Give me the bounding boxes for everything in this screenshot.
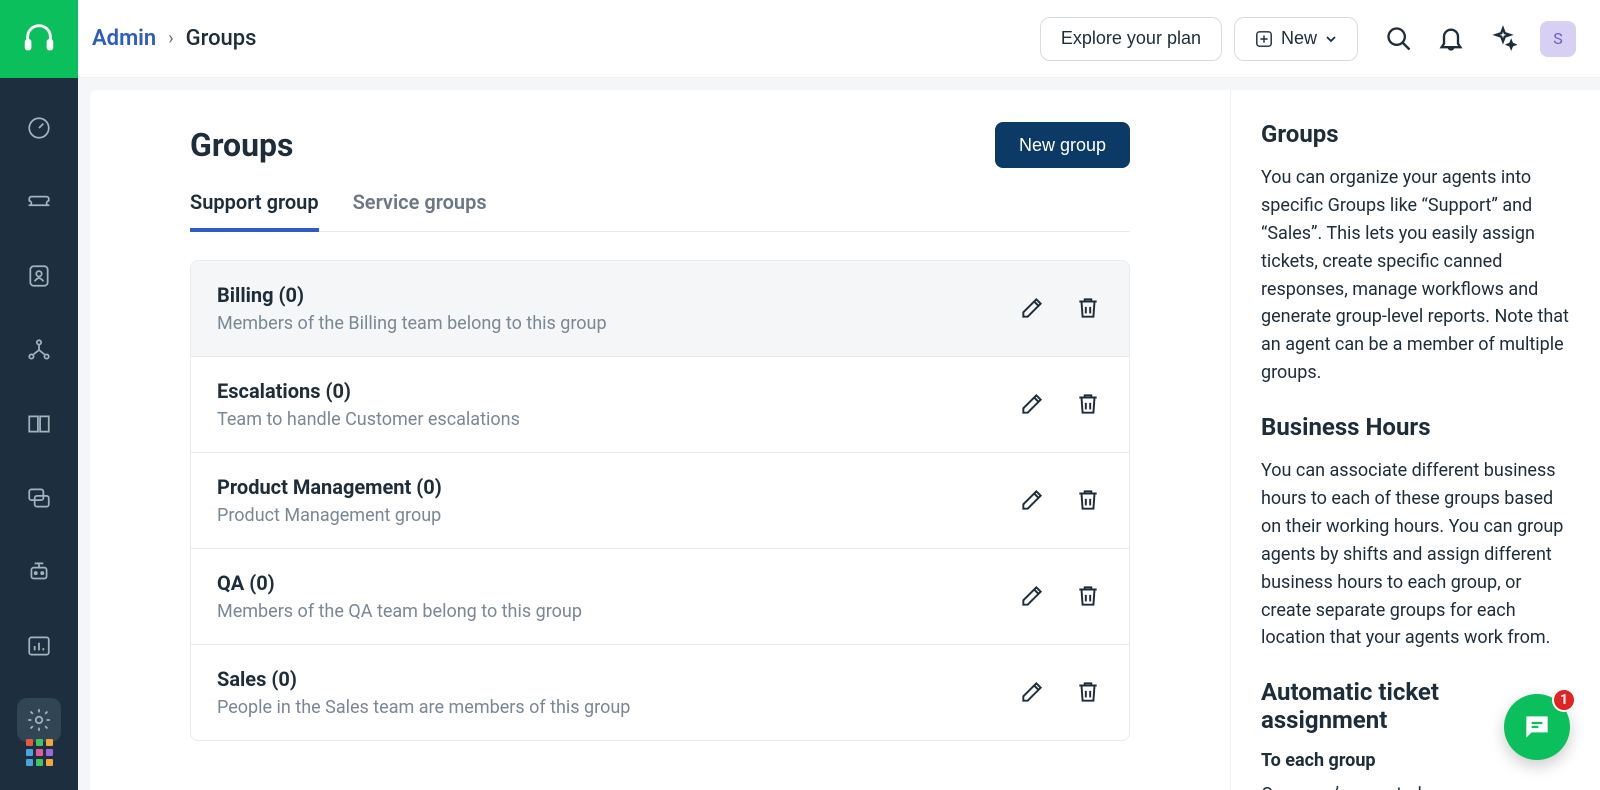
- help-text-auto-assign-body: Once you’ve created your groups, can set…: [1261, 784, 1558, 790]
- headset-icon: [20, 20, 58, 58]
- edit-icon: [1019, 391, 1045, 417]
- nav-reports[interactable]: [17, 624, 61, 668]
- tabs: Support group Service groups: [190, 190, 1130, 232]
- edit-group-button[interactable]: [1019, 679, 1047, 707]
- group-description: People in the Sales team are members of …: [217, 697, 1019, 718]
- edit-group-button[interactable]: [1019, 391, 1047, 419]
- help-text-groups: You can organize your agents into specif…: [1261, 164, 1570, 387]
- group-row[interactable]: Escalations (0) Team to handle Customer e…: [191, 357, 1129, 453]
- avatar-initial: S: [1553, 29, 1563, 48]
- group-description: Team to handle Customer escalations: [217, 409, 1019, 430]
- group-row[interactable]: Billing (0) Members of the Billing team b…: [191, 261, 1129, 357]
- apps-grid-icon: [26, 739, 53, 766]
- groups-list: Billing (0) Members of the Billing team b…: [190, 260, 1130, 741]
- user-avatar[interactable]: S: [1540, 21, 1576, 57]
- nav-contacts[interactable]: [17, 254, 61, 298]
- edit-group-button[interactable]: [1019, 487, 1047, 515]
- explore-plan-button[interactable]: Explore your plan: [1040, 17, 1222, 61]
- delete-group-button[interactable]: [1075, 295, 1103, 323]
- search-button[interactable]: [1384, 24, 1414, 54]
- group-description: Members of the Billing team belong to th…: [217, 313, 1019, 334]
- trash-icon: [1075, 583, 1101, 609]
- chevron-down-icon: [1325, 33, 1337, 45]
- nav-chat[interactable]: [17, 476, 61, 520]
- book-icon: [26, 411, 52, 437]
- plus-box-icon: [1255, 30, 1273, 48]
- group-title: Escalations (0): [217, 379, 1019, 403]
- bot-icon: [26, 559, 52, 585]
- nav-tickets[interactable]: [17, 180, 61, 224]
- help-panel: Groups You can organize your agents into…: [1230, 90, 1600, 790]
- edit-icon: [1019, 679, 1045, 705]
- trash-icon: [1075, 679, 1101, 705]
- chart-icon: [26, 633, 52, 659]
- main-area: Admin › Groups Explore your plan New S: [78, 0, 1600, 790]
- brand-logo[interactable]: [0, 0, 78, 78]
- delete-group-button[interactable]: [1075, 583, 1103, 611]
- new-button[interactable]: New: [1234, 17, 1358, 61]
- chat-fab[interactable]: 1: [1504, 694, 1570, 760]
- group-row[interactable]: QA (0) Members of the QA team belong to t…: [191, 549, 1129, 645]
- chat-badge: 1: [1552, 688, 1576, 712]
- page-content: Groups New group Support group Service gr…: [90, 90, 1230, 790]
- help-heading-groups: Groups: [1261, 120, 1570, 148]
- gear-icon: [26, 707, 52, 733]
- chats-icon: [26, 485, 52, 511]
- tab-service-groups[interactable]: Service groups: [353, 190, 487, 231]
- nav-dashboard[interactable]: [17, 106, 61, 150]
- delete-group-button[interactable]: [1075, 487, 1103, 515]
- chevron-right-icon: ›: [168, 28, 173, 49]
- top-bar: Admin › Groups Explore your plan New S: [78, 0, 1600, 78]
- delete-group-button[interactable]: [1075, 679, 1103, 707]
- explore-plan-label: Explore your plan: [1061, 28, 1201, 49]
- bell-icon: [1437, 25, 1465, 53]
- group-title: QA (0): [217, 571, 1019, 595]
- delete-group-button[interactable]: [1075, 391, 1103, 419]
- sparkle-icon: [1489, 25, 1517, 53]
- edit-icon: [1019, 583, 1045, 609]
- notifications-button[interactable]: [1436, 24, 1466, 54]
- gauge-icon: [26, 115, 52, 141]
- nav-knowledge[interactable]: [17, 402, 61, 446]
- app-switcher[interactable]: [0, 739, 78, 766]
- nav-automation[interactable]: [17, 328, 61, 372]
- edit-icon: [1019, 487, 1045, 513]
- group-description: Product Management group: [217, 505, 1019, 526]
- group-row[interactable]: Product Management (0) Product Management…: [191, 453, 1129, 549]
- group-title: Sales (0): [217, 667, 1019, 691]
- contact-icon: [26, 263, 52, 289]
- group-description: Members of the QA team belong to this gr…: [217, 601, 1019, 622]
- page-title: Groups: [190, 126, 293, 164]
- help-heading-business-hours: Business Hours: [1261, 413, 1570, 441]
- new-button-label: New: [1281, 28, 1317, 49]
- trash-icon: [1075, 391, 1101, 417]
- tab-support-group[interactable]: Support group: [190, 190, 319, 232]
- edit-icon: [1019, 295, 1045, 321]
- group-row[interactable]: Sales (0) People in the Sales team are me…: [191, 645, 1129, 740]
- ai-sparkle-button[interactable]: [1488, 24, 1518, 54]
- trash-icon: [1075, 295, 1101, 321]
- breadcrumb: Admin › Groups: [92, 26, 256, 51]
- ticket-icon: [26, 189, 52, 215]
- nav-bot[interactable]: [17, 550, 61, 594]
- group-title: Product Management (0): [217, 475, 1019, 499]
- group-title: Billing (0): [217, 283, 1019, 307]
- trash-icon: [1075, 487, 1101, 513]
- search-icon: [1385, 25, 1413, 53]
- new-group-button[interactable]: New group: [995, 122, 1130, 168]
- breadcrumb-current: Groups: [186, 26, 257, 51]
- nav-admin[interactable]: [17, 698, 61, 742]
- edit-group-button[interactable]: [1019, 583, 1047, 611]
- help-text-business-hours: You can associate different business hou…: [1261, 457, 1570, 652]
- nodes-icon: [26, 337, 52, 363]
- help-text-auto-assign: Once you’ve created your groups, can set…: [1261, 781, 1570, 790]
- edit-group-button[interactable]: [1019, 295, 1047, 323]
- chat-icon: [1521, 711, 1553, 743]
- left-nav-rail: [0, 0, 78, 790]
- breadcrumb-admin[interactable]: Admin: [92, 26, 156, 51]
